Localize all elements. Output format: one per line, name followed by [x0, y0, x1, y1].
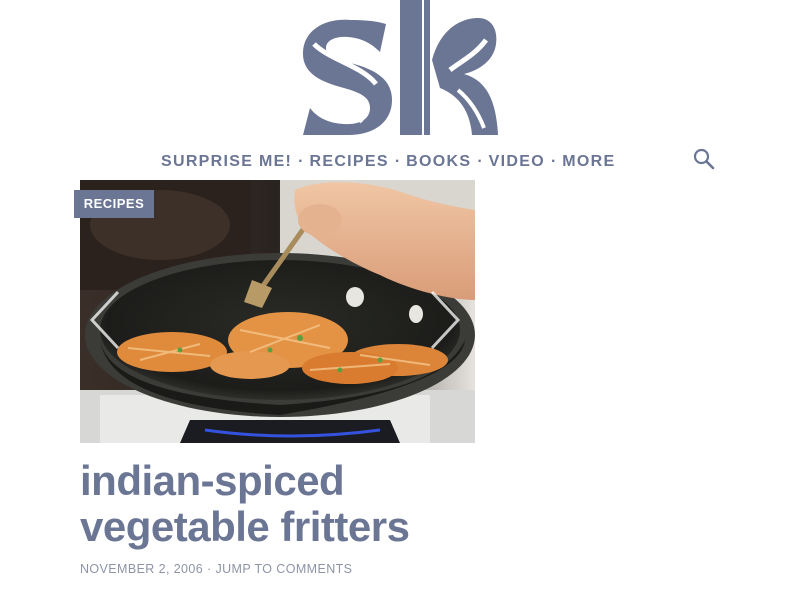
chevron-left-icon[interactable]	[88, 288, 122, 352]
category-badge[interactable]: RECIPES	[74, 190, 154, 218]
nav-surprise-me[interactable]: SURPRISE ME!	[161, 153, 292, 171]
nav-separator: ·	[550, 153, 557, 170]
nav-video[interactable]: VIDEO	[489, 153, 545, 171]
site-logo[interactable]	[300, 0, 500, 137]
nav-separator: ·	[298, 153, 304, 170]
nav-recipes[interactable]: RECIPES	[310, 153, 389, 171]
jump-to-comments-link[interactable]: JUMP TO COMMENTS	[215, 562, 352, 576]
post-meta: NOVEMBER 2, 2006 · JUMP TO COMMENTS	[80, 562, 352, 576]
nav-separator: ·	[477, 153, 483, 170]
main-nav: SURPRISE ME! · RECIPES · BOOKS · VIDEO ·…	[0, 150, 800, 174]
search-icon[interactable]	[692, 147, 716, 171]
nav-list: SURPRISE ME! · RECIPES · BOOKS · VIDEO ·…	[161, 150, 616, 174]
post-title-line: indian-spiced	[80, 457, 345, 504]
nav-separator: ·	[394, 153, 401, 170]
hero-image[interactable]	[80, 180, 475, 443]
post-date: NOVEMBER 2, 2006	[80, 562, 204, 576]
nav-books[interactable]: BOOKS	[406, 153, 471, 171]
chevron-right-icon[interactable]	[428, 288, 462, 352]
page: SURPRISE ME! · RECIPES · BOOKS · VIDEO ·…	[0, 0, 800, 600]
logo-graphic	[302, 0, 498, 135]
post-title[interactable]: indian-spiced vegetable fritters	[80, 458, 600, 550]
meta-separator: ·	[207, 562, 212, 576]
nav-more[interactable]: MORE	[562, 153, 615, 171]
post-title-line: vegetable fritters	[80, 503, 410, 550]
